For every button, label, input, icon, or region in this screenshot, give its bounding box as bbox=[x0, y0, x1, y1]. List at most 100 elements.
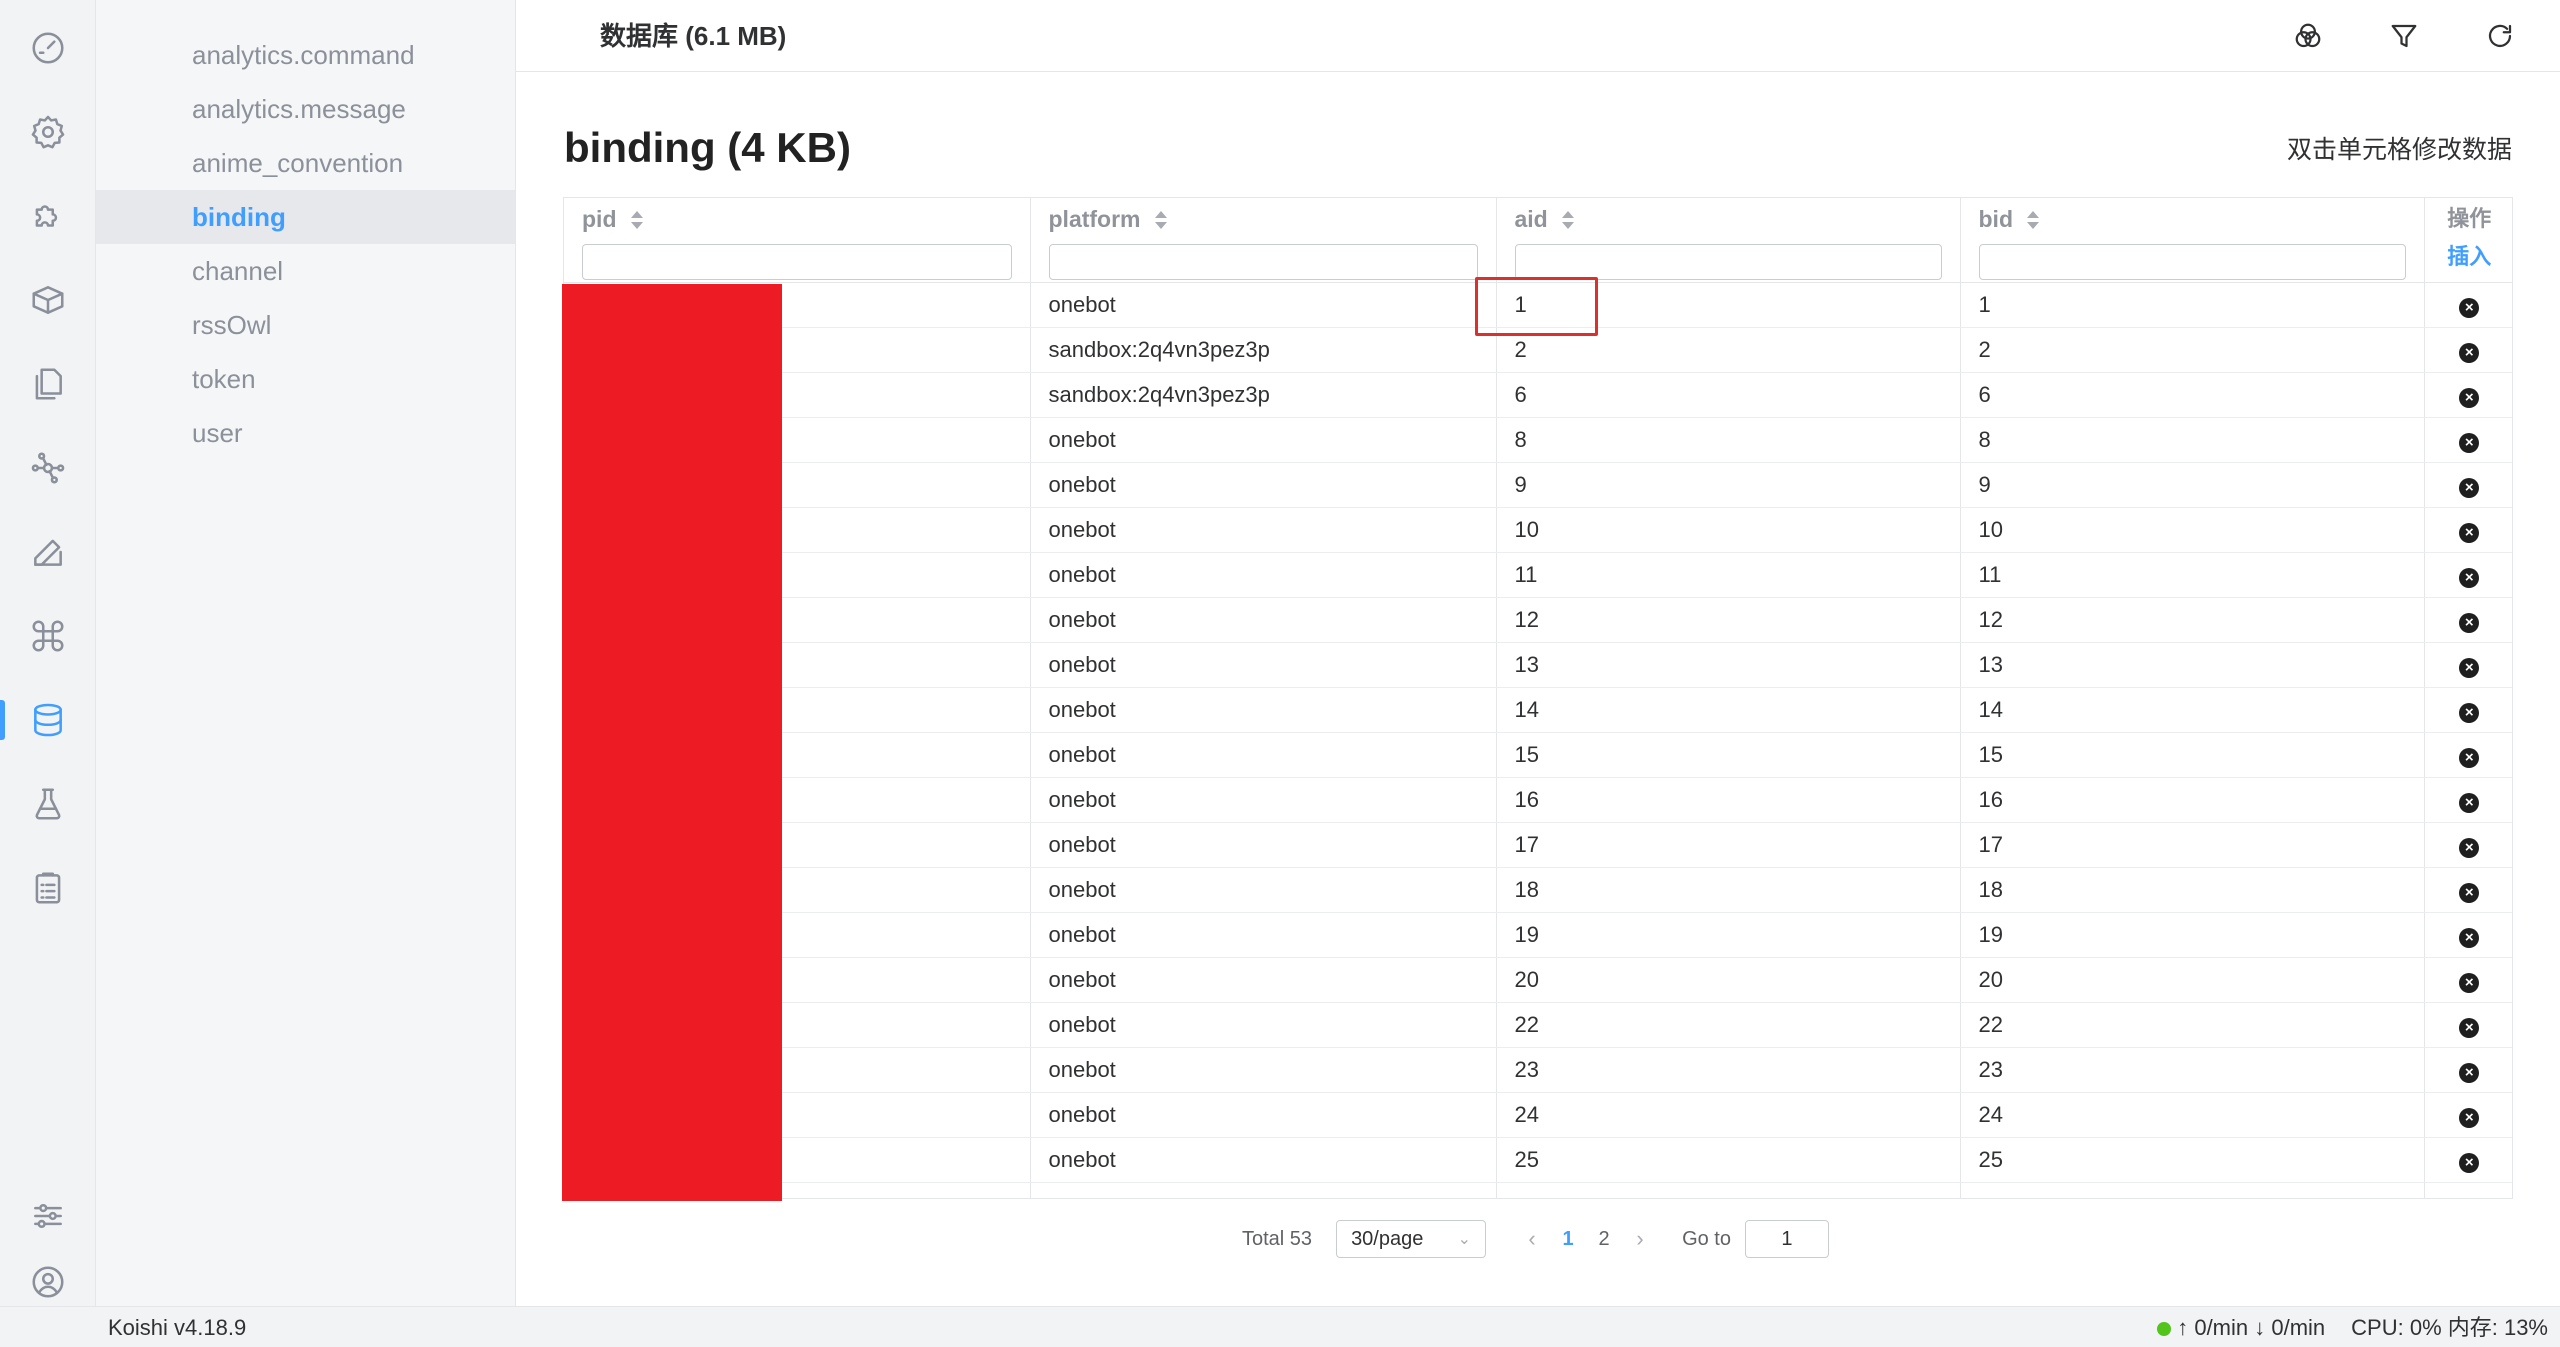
page-size-select[interactable]: 30/page ⌄ bbox=[1336, 1220, 1487, 1258]
activity-locales[interactable] bbox=[0, 510, 96, 594]
close-circle-icon[interactable]: × bbox=[2459, 1197, 2480, 1198]
cell-platform[interactable]: onebot bbox=[1030, 282, 1497, 328]
activity-logs[interactable] bbox=[0, 846, 96, 930]
cell-platform[interactable]: onebot bbox=[1030, 732, 1497, 778]
cell-aid[interactable]: 1 bbox=[1496, 282, 1961, 328]
close-circle-icon[interactable]: × bbox=[2459, 1062, 2480, 1083]
cell-aid[interactable] bbox=[1496, 1182, 1961, 1198]
table-item-channel[interactable]: channel bbox=[96, 244, 515, 298]
cell-bid[interactable]: 23 bbox=[1960, 1047, 2425, 1093]
cell-platform[interactable]: onebot bbox=[1030, 867, 1497, 913]
close-circle-icon[interactable]: × bbox=[2459, 972, 2480, 993]
cell-platform[interactable]: onebot bbox=[1030, 642, 1497, 688]
close-circle-icon[interactable]: × bbox=[2459, 1017, 2480, 1038]
cell-bid[interactable]: 24 bbox=[1960, 1092, 2425, 1138]
close-circle-icon[interactable]: × bbox=[2459, 522, 2480, 543]
cell-bid[interactable]: 8 bbox=[1960, 417, 2425, 463]
activity-dashboard[interactable] bbox=[0, 6, 96, 90]
cell-bid[interactable]: 25 bbox=[1960, 1137, 2425, 1183]
close-circle-icon[interactable]: × bbox=[2459, 702, 2480, 723]
cell-bid[interactable]: 9 bbox=[1960, 462, 2425, 508]
cell-aid[interactable]: 19 bbox=[1496, 912, 1961, 958]
close-circle-icon[interactable]: × bbox=[2459, 1152, 2480, 1173]
column-header-pid[interactable]: pid bbox=[564, 198, 1031, 283]
cell-platform[interactable]: onebot bbox=[1030, 1047, 1497, 1093]
activity-sandbox[interactable] bbox=[0, 762, 96, 846]
cell-platform[interactable]: onebot bbox=[1030, 957, 1497, 1003]
filter-input-platform[interactable] bbox=[1048, 244, 1478, 280]
traffic-status[interactable]: ↑ 0/min ↓ 0/min bbox=[2157, 1307, 2325, 1347]
table-item-binding[interactable]: binding bbox=[96, 190, 515, 244]
activity-files[interactable] bbox=[0, 342, 96, 426]
cell-bid[interactable]: 13 bbox=[1960, 642, 2425, 688]
filter-button[interactable] bbox=[2386, 18, 2422, 54]
activity-commands[interactable] bbox=[0, 594, 96, 678]
cell-bid[interactable] bbox=[1960, 1182, 2425, 1198]
cell-platform[interactable]: onebot bbox=[1030, 417, 1497, 463]
refresh-button[interactable] bbox=[2482, 18, 2518, 54]
close-circle-icon[interactable]: × bbox=[2459, 1107, 2480, 1128]
cell-aid[interactable]: 22 bbox=[1496, 1002, 1961, 1048]
cell-bid[interactable]: 2 bbox=[1960, 327, 2425, 373]
column-header-platform[interactable]: platform bbox=[1030, 198, 1497, 283]
cell-platform[interactable]: onebot bbox=[1030, 462, 1497, 508]
close-circle-icon[interactable]: × bbox=[2459, 342, 2480, 363]
activity-dependencies[interactable] bbox=[0, 426, 96, 510]
cell-platform[interactable]: onebot bbox=[1030, 1092, 1497, 1138]
resource-status[interactable]: CPU: 0% 内存: 13% bbox=[2351, 1307, 2548, 1347]
table-item-token[interactable]: token bbox=[96, 352, 515, 406]
sort-icon[interactable] bbox=[2025, 210, 2039, 232]
cell-aid[interactable]: 9 bbox=[1496, 462, 1961, 508]
close-circle-icon[interactable]: × bbox=[2459, 477, 2480, 498]
table-item-user[interactable]: user bbox=[96, 406, 515, 460]
cell-platform[interactable] bbox=[1030, 1182, 1497, 1198]
cell-bid[interactable]: 17 bbox=[1960, 822, 2425, 868]
sort-icon[interactable] bbox=[1153, 210, 1167, 232]
cell-platform[interactable]: onebot bbox=[1030, 1137, 1497, 1183]
filter-input-pid[interactable] bbox=[582, 244, 1012, 280]
activity-market[interactable] bbox=[0, 258, 96, 342]
goto-page-input[interactable] bbox=[1744, 1220, 1829, 1258]
cell-platform[interactable]: onebot bbox=[1030, 687, 1497, 733]
cell-bid[interactable]: 19 bbox=[1960, 912, 2425, 958]
close-circle-icon[interactable]: × bbox=[2459, 837, 2480, 858]
cell-bid[interactable]: 10 bbox=[1960, 507, 2425, 553]
cell-bid[interactable]: 11 bbox=[1960, 552, 2425, 598]
column-header-aid[interactable]: aid bbox=[1496, 198, 1961, 283]
table-item-rssowl[interactable]: rssOwl bbox=[96, 298, 515, 352]
cell-bid[interactable]: 14 bbox=[1960, 687, 2425, 733]
page-button-2[interactable]: 2 bbox=[1586, 1228, 1622, 1251]
cell-aid[interactable]: 8 bbox=[1496, 417, 1961, 463]
table-item-anime-convention[interactable]: anime_convention bbox=[96, 136, 515, 190]
table-item-analytics-message[interactable]: analytics.message bbox=[96, 82, 515, 136]
cell-platform[interactable]: onebot bbox=[1030, 777, 1497, 823]
close-circle-icon[interactable]: × bbox=[2459, 882, 2480, 903]
column-header-bid[interactable]: bid bbox=[1960, 198, 2425, 283]
sort-icon[interactable] bbox=[1560, 210, 1574, 232]
close-circle-icon[interactable]: × bbox=[2459, 432, 2480, 453]
cell-aid[interactable]: 13 bbox=[1496, 642, 1961, 688]
activity-preferences[interactable] bbox=[0, 1174, 96, 1258]
cell-platform[interactable]: onebot bbox=[1030, 1002, 1497, 1048]
cell-aid[interactable]: 24 bbox=[1496, 1092, 1961, 1138]
cell-bid[interactable]: 15 bbox=[1960, 732, 2425, 778]
cell-bid[interactable]: 1 bbox=[1960, 282, 2425, 328]
sort-icon[interactable] bbox=[629, 210, 643, 232]
cell-aid[interactable]: 2 bbox=[1496, 327, 1961, 373]
prev-page-icon[interactable]: ‹ bbox=[1514, 1226, 1550, 1252]
cell-aid[interactable]: 10 bbox=[1496, 507, 1961, 553]
cell-platform[interactable]: sandbox:2q4vn3pez3p bbox=[1030, 372, 1497, 418]
insert-button[interactable]: 插入 bbox=[2425, 242, 2513, 272]
filter-input-aid[interactable] bbox=[1514, 244, 1942, 280]
close-circle-icon[interactable]: × bbox=[2459, 567, 2480, 588]
close-circle-icon[interactable]: × bbox=[2459, 297, 2480, 318]
cell-platform[interactable]: onebot bbox=[1030, 822, 1497, 868]
activity-settings[interactable] bbox=[0, 90, 96, 174]
cell-aid[interactable]: 25 bbox=[1496, 1137, 1961, 1183]
cell-aid[interactable]: 14 bbox=[1496, 687, 1961, 733]
cell-aid[interactable]: 18 bbox=[1496, 867, 1961, 913]
activity-account[interactable] bbox=[0, 1258, 96, 1306]
cell-bid[interactable]: 22 bbox=[1960, 1002, 2425, 1048]
cell-aid[interactable]: 20 bbox=[1496, 957, 1961, 1003]
stats-button[interactable] bbox=[2290, 18, 2326, 54]
